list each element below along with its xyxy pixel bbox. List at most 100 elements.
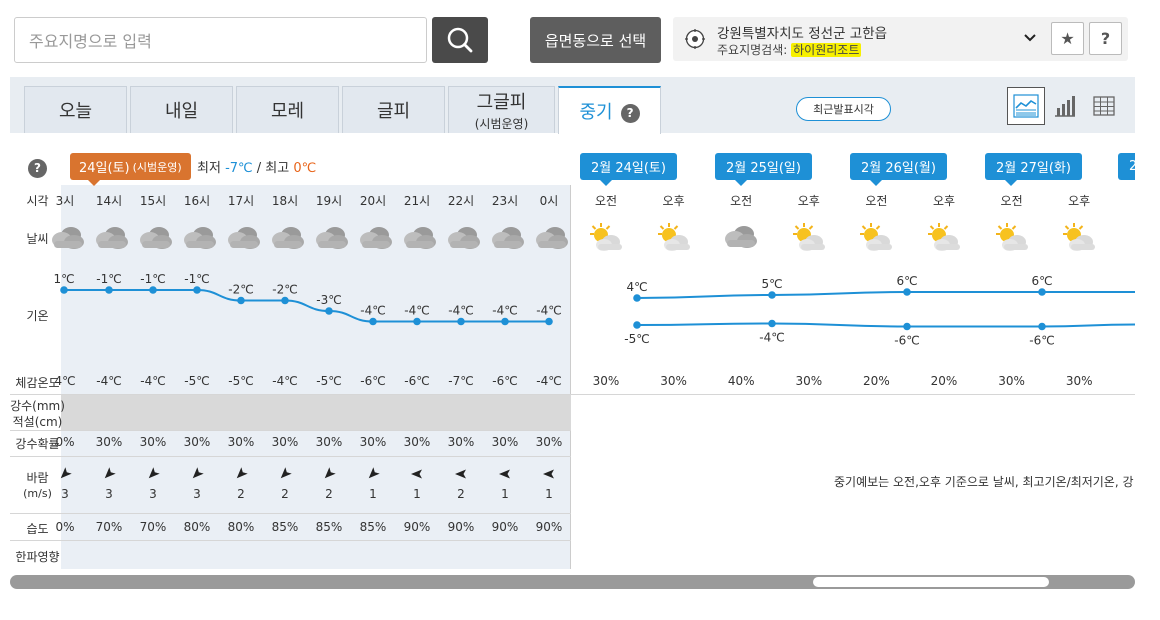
hour-wind-speed: 2 bbox=[281, 487, 289, 501]
tab-label: 오늘 bbox=[58, 101, 93, 122]
tab-4days[interactable]: 그글피 (시범운영) bbox=[448, 86, 555, 133]
hour-prob: 30% bbox=[95, 435, 123, 449]
landmark-name: 하이원리조트 bbox=[791, 43, 862, 57]
hour-time: 21시 bbox=[403, 194, 431, 208]
hour-humidity: 90% bbox=[535, 520, 563, 534]
wind-direction-icon bbox=[192, 467, 204, 479]
hour-weather bbox=[268, 222, 306, 256]
mid-ampm: 오전 bbox=[730, 194, 753, 208]
mid-ampm: 오후 bbox=[1068, 194, 1091, 208]
current-location-icon[interactable] bbox=[685, 29, 705, 49]
tab-label-wrap: 중기? bbox=[579, 98, 640, 124]
hour-weather bbox=[444, 222, 482, 256]
search-input[interactable]: 주요지명으로 입력 bbox=[14, 17, 427, 63]
help-icon[interactable]: ? bbox=[620, 103, 640, 123]
hour-wind-speed: 1 bbox=[545, 487, 553, 501]
hour-humidity: 0% bbox=[55, 520, 75, 534]
hour-weather bbox=[356, 222, 394, 256]
midterm-max-label: 6℃ bbox=[1031, 274, 1052, 288]
midterm-date-tag: 2월 25일(일) bbox=[715, 153, 812, 186]
mid-ampm: 오전 bbox=[594, 194, 618, 208]
bar-view-button[interactable] bbox=[1046, 87, 1084, 125]
hour-wind-dir bbox=[58, 466, 72, 485]
cloudy-icon bbox=[96, 227, 128, 249]
mid-prob: 40% bbox=[727, 374, 755, 388]
cloudy-icon bbox=[52, 227, 84, 249]
midterm-date-tag: 2월 24일(토) bbox=[580, 153, 677, 186]
today-minmax: 최저 -7℃ / 최고 0℃ bbox=[197, 157, 316, 176]
hour-prob: 30% bbox=[535, 435, 563, 449]
hour-weather bbox=[312, 222, 350, 256]
midterm-max-point bbox=[633, 294, 641, 302]
cloudy-icon bbox=[725, 226, 758, 248]
divider bbox=[10, 540, 571, 541]
tab-day-after[interactable]: 모레 bbox=[236, 86, 339, 133]
mid-prob: 30% bbox=[592, 374, 620, 388]
hour-humidity: 85% bbox=[271, 520, 299, 534]
scrollbar-thumb[interactable] bbox=[813, 577, 1049, 587]
wind-direction-icon bbox=[60, 467, 72, 479]
hour-wind-speed: 3 bbox=[149, 487, 157, 501]
mid-ampm: 오후 bbox=[797, 194, 820, 208]
hour-prob: 30% bbox=[139, 435, 167, 449]
search-icon bbox=[447, 27, 473, 53]
cloudy-icon bbox=[360, 227, 392, 249]
mid-weather bbox=[992, 221, 1032, 257]
mid-prob: 30% bbox=[660, 374, 687, 388]
hour-humidity: 90% bbox=[403, 520, 431, 534]
graph-view-button[interactable] bbox=[1007, 87, 1045, 125]
today-date-note: (시범운영) bbox=[132, 160, 182, 174]
mid-weather bbox=[586, 221, 626, 257]
hour-humidity: 70% bbox=[139, 520, 167, 534]
tab-tomorrow[interactable]: 내일 bbox=[130, 86, 233, 133]
hour-feels: -5℃ bbox=[228, 374, 254, 388]
divider bbox=[10, 394, 1135, 395]
right-edge bbox=[1135, 70, 1160, 600]
today-date: 24일(토) bbox=[79, 161, 130, 176]
mid-weather bbox=[856, 221, 896, 257]
hour-time: 22시 bbox=[447, 194, 475, 208]
hour-feels: -5℃ bbox=[316, 374, 342, 388]
tab-midterm[interactable]: 중기? bbox=[558, 86, 661, 134]
hour-wind-dir bbox=[410, 466, 424, 485]
hour-wind-speed: 1 bbox=[369, 487, 377, 501]
hour-wind-speed: 3 bbox=[61, 487, 69, 501]
hour-time: 19시 bbox=[315, 194, 343, 208]
wind-direction-icon bbox=[499, 469, 510, 479]
help-icon[interactable]: ? bbox=[28, 159, 47, 178]
hour-feels: -4℃ bbox=[140, 374, 166, 388]
hour-weather bbox=[532, 222, 570, 256]
tab-today[interactable]: 오늘 bbox=[24, 86, 127, 133]
mid-ampm: 오전 bbox=[1000, 194, 1023, 208]
mid-prob: 30% bbox=[795, 374, 823, 388]
precipitation-bar bbox=[61, 395, 571, 430]
hour-wind-dir bbox=[454, 466, 468, 485]
region-select-button[interactable]: 읍면동으로 선택 bbox=[530, 17, 661, 63]
hour-wind-dir bbox=[146, 466, 160, 485]
mid-weather bbox=[789, 221, 829, 257]
chevron-down-icon[interactable] bbox=[1021, 27, 1039, 49]
hour-weather bbox=[488, 222, 526, 256]
midterm-date-tag: 2월 26일(월) bbox=[850, 153, 947, 186]
search-button[interactable] bbox=[432, 17, 488, 63]
hour-wind-dir bbox=[366, 466, 380, 485]
table-view-button[interactable] bbox=[1085, 87, 1123, 125]
tab-3days[interactable]: 글피 bbox=[342, 86, 445, 133]
hour-time: 16시 bbox=[183, 194, 211, 208]
hour-time: 3시 bbox=[55, 194, 75, 208]
hour-time: 23시 bbox=[491, 194, 519, 208]
midterm-min-label: -6℃ bbox=[894, 334, 919, 348]
landmark-prefix: 주요지명검색: bbox=[717, 43, 788, 57]
location-name[interactable]: 강원특별자치도 정선군 고한읍 bbox=[717, 22, 887, 42]
latest-publish-button[interactable]: 최근발표시각 bbox=[796, 97, 891, 121]
help-button[interactable]: ? bbox=[1089, 22, 1122, 55]
hour-feels: -6℃ bbox=[360, 374, 386, 388]
hour-time: 18시 bbox=[271, 194, 299, 208]
favorite-button[interactable]: ★ bbox=[1051, 22, 1084, 55]
tab-label: 글피 bbox=[376, 101, 411, 122]
midterm-max-point bbox=[768, 291, 776, 299]
hour-weather bbox=[48, 222, 86, 256]
midterm-min-label: -6℃ bbox=[1029, 334, 1054, 348]
wind-direction-icon bbox=[411, 469, 422, 479]
cloudy-icon bbox=[492, 227, 524, 249]
